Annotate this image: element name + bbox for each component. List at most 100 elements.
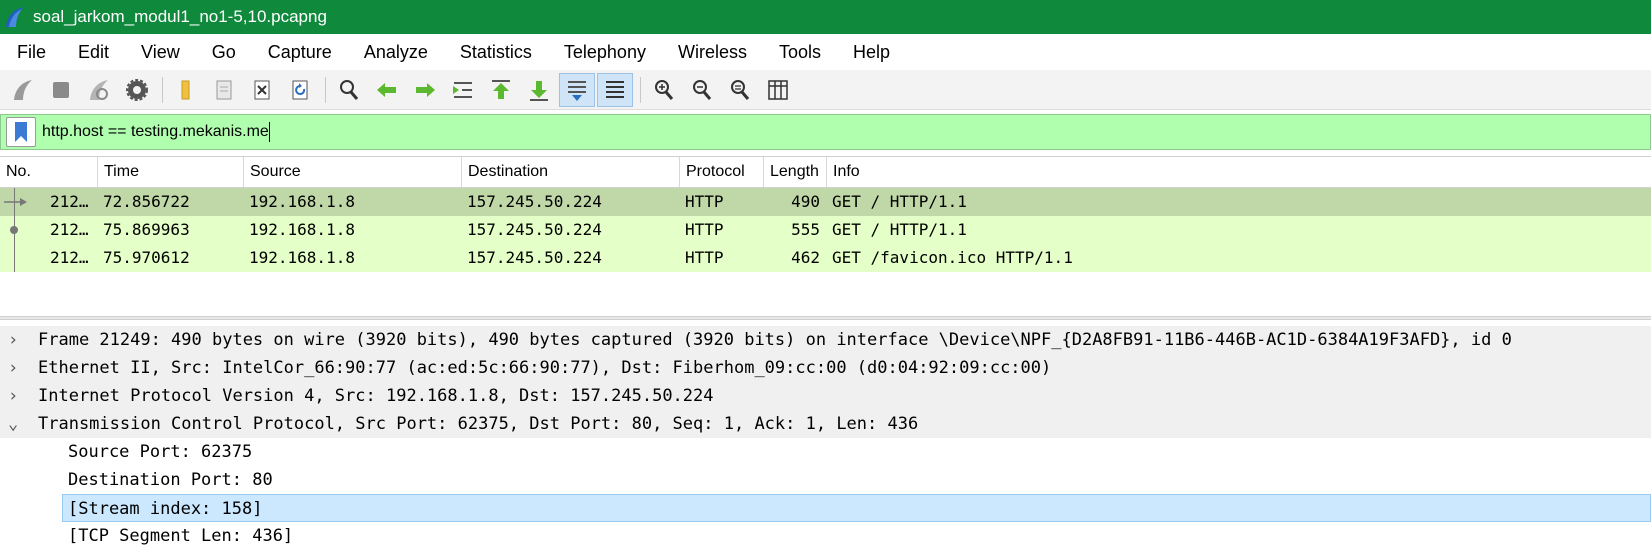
reload-file-button[interactable] [282,73,318,107]
pane-splitter[interactable] [0,316,1651,320]
menu-go[interactable]: Go [212,42,236,63]
stop-capture-button[interactable] [43,73,79,107]
go-forward-button[interactable] [407,73,443,107]
column-header-source[interactable]: Source [243,157,461,187]
menu-bar: File Edit View Go Capture Analyze Statis… [0,34,1651,70]
menu-view[interactable]: View [141,42,180,63]
go-back-icon [377,82,396,97]
packet-no: 212… [50,192,89,211]
detail-text: [TCP Segment Len: 436] [68,526,294,546]
toolbar-separator [325,76,326,103]
title-bar: soal_jarkom_modul1_no1-5,10.pcapng [0,0,1651,34]
column-header-destination[interactable]: Destination [461,157,679,187]
column-header-length[interactable]: Length [763,157,826,187]
expand-arrow-icon[interactable]: › [8,326,26,354]
filter-bookmark-button[interactable] [6,117,36,147]
restart-capture-button[interactable] [81,73,117,107]
menu-file[interactable]: File [17,42,46,63]
packet-row[interactable]: 212… 72.856722 192.168.1.8 157.245.50.22… [0,188,1651,216]
resize-columns-icon [768,79,788,100]
expand-arrow-icon[interactable]: › [8,382,26,410]
go-last-packet-button[interactable] [521,73,557,107]
go-forward-icon [416,82,435,97]
display-filter-bar: http.host == testing.mekanis.me [0,114,1651,150]
zoom-in-icon [655,79,674,100]
column-header-protocol[interactable]: Protocol [679,157,763,187]
resize-columns-button[interactable] [760,73,796,107]
capture-options-icon [126,78,148,101]
conversation-line [14,188,15,272]
detail-tcp-segment-len[interactable]: [TCP Segment Len: 436] [0,522,1651,550]
detail-source-port[interactable]: Source Port: 62375 [0,438,1651,466]
bookmark-icon [15,122,27,142]
packet-destination: 157.245.50.224 [467,192,602,211]
find-packet-icon [340,79,359,100]
detail-stream-index[interactable]: [Stream index: 158] [62,494,1651,522]
column-header-info[interactable]: Info [826,157,1651,187]
save-file-button[interactable] [206,73,242,107]
open-file-icon [181,80,190,99]
menu-analyze[interactable]: Analyze [364,42,428,63]
zoom-out-button[interactable] [684,73,720,107]
colorize-icon [606,80,624,98]
packet-no: 212… [50,220,89,239]
go-last-packet-icon [530,80,548,101]
detail-ethernet[interactable]: › Ethernet II, Src: IntelCor_66:90:77 (a… [0,354,1651,382]
packet-list-header: No. Time Source Destination Protocol Len… [0,156,1651,188]
request-arrow-icon [4,198,27,206]
packet-source: 192.168.1.8 [249,220,355,239]
menu-edit[interactable]: Edit [78,42,109,63]
menu-wireless[interactable]: Wireless [678,42,747,63]
open-file-button[interactable] [168,73,204,107]
go-to-packet-button[interactable] [445,73,481,107]
menu-help[interactable]: Help [853,42,890,63]
menu-telephony[interactable]: Telephony [564,42,646,63]
autoscroll-button[interactable] [559,72,595,107]
text-caret [268,122,270,142]
column-header-no[interactable]: No. [0,157,97,187]
detail-tcp[interactable]: ⌄ Transmission Control Protocol, Src Por… [0,410,1651,438]
find-packet-button[interactable] [331,73,367,107]
collapse-arrow-icon[interactable]: ⌄ [8,410,26,438]
packet-protocol: HTTP [685,248,724,267]
packet-details-tree: › Frame 21249: 490 bytes on wire (3920 b… [0,326,1651,550]
zoom-in-button[interactable] [646,73,682,107]
menu-capture[interactable]: Capture [268,42,332,63]
display-filter-input[interactable]: http.host == testing.mekanis.me [42,123,269,141]
packet-source: 192.168.1.8 [249,192,355,211]
go-first-packet-button[interactable] [483,73,519,107]
detail-destination-port[interactable]: Destination Port: 80 [0,466,1651,494]
packet-time: 75.869963 [103,220,190,239]
detail-ipv4[interactable]: › Internet Protocol Version 4, Src: 192.… [0,382,1651,410]
colorize-button[interactable] [597,72,633,107]
menu-tools[interactable]: Tools [779,42,821,63]
packet-time: 72.856722 [103,192,190,211]
detail-frame[interactable]: › Frame 21249: 490 bytes on wire (3920 b… [0,326,1651,354]
detail-text: Transmission Control Protocol, Src Port:… [38,414,919,434]
packet-length: 490 [791,192,820,211]
menu-statistics[interactable]: Statistics [460,42,532,63]
capture-options-button[interactable] [119,73,155,107]
packet-row[interactable]: 212… 75.869963 192.168.1.8 157.245.50.22… [0,216,1651,244]
go-to-packet-icon [453,81,472,98]
packet-length: 462 [791,248,820,267]
start-capture-button[interactable] [5,73,41,107]
expand-arrow-icon[interactable]: › [8,354,26,382]
packet-length: 555 [791,220,820,239]
go-back-button[interactable] [369,73,405,107]
close-file-button[interactable] [244,73,280,107]
packet-protocol: HTTP [685,220,724,239]
packet-source: 192.168.1.8 [249,248,355,267]
window-title: soal_jarkom_modul1_no1-5,10.pcapng [33,7,327,26]
toolbar-separator [162,76,163,103]
autoscroll-icon [568,80,586,101]
packet-info: GET / HTTP/1.1 [832,192,967,211]
packet-no: 212… [50,248,89,267]
go-first-packet-icon [492,79,510,99]
packet-row[interactable]: 212… 75.970612 192.168.1.8 157.245.50.22… [0,244,1651,272]
normal-size-button[interactable] [722,73,758,107]
stop-capture-icon [53,81,69,98]
normal-size-icon [731,79,750,100]
detail-text: Internet Protocol Version 4, Src: 192.16… [38,386,714,406]
column-header-time[interactable]: Time [97,157,243,187]
